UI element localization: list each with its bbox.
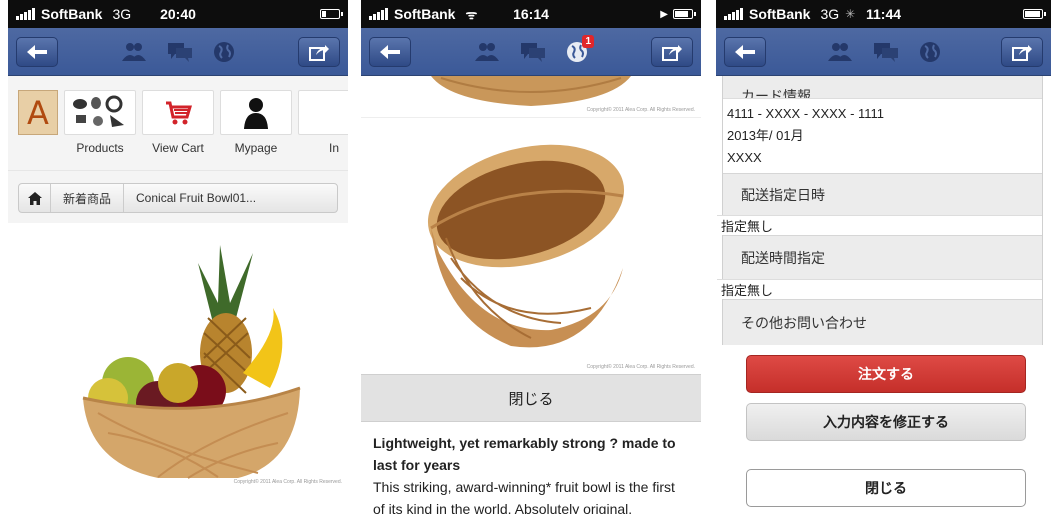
app-nav-bar xyxy=(716,28,1051,76)
order-summary: カード情報 4111 - XXXX - XXXX - 1111 2013年/ 0… xyxy=(717,76,1043,345)
arrow-left-icon xyxy=(735,44,755,59)
signal-icon xyxy=(724,8,743,20)
bowl-photo-copyright: Copyright© 2011 Alea Corp. All Rights Re… xyxy=(586,364,695,370)
place-order-button[interactable]: 注文する xyxy=(746,355,1026,393)
shortcut-products-label: Products xyxy=(76,141,124,155)
shortcut-logo[interactable]: A xyxy=(18,90,58,170)
shortcut-menu: A Products View Cart Mypage In xyxy=(8,76,348,171)
back-button[interactable] xyxy=(369,36,411,67)
notification-badge: 1 xyxy=(582,34,594,48)
friends-icon[interactable] xyxy=(121,41,147,63)
shortcut-view-cart[interactable]: View Cart xyxy=(142,90,214,170)
breadcrumb-item-current[interactable]: Conical Fruit Bowl01... xyxy=(124,184,268,212)
close-button[interactable]: 閉じる xyxy=(746,469,1026,507)
signal-icon xyxy=(16,8,35,20)
carrier-label: SoftBank xyxy=(394,6,456,22)
status-bar: SoftBank ᯤ 16:14 ▶ xyxy=(361,0,701,28)
globe-icon[interactable] xyxy=(213,41,235,63)
logo-a-icon: A xyxy=(18,90,58,135)
wifi-icon: ᯤ xyxy=(465,7,478,22)
top-photo-copyright: Copyright© 2011 Alea Corp. All Rights Re… xyxy=(586,107,695,113)
arrow-left-icon xyxy=(380,44,400,59)
friends-icon[interactable] xyxy=(474,41,500,63)
card-holder: XXXX xyxy=(727,150,762,165)
card-info-values: 4111 - XXXX - XXXX - 1111 2013年/ 01月 XXX… xyxy=(723,98,1042,173)
network-label: 3G xyxy=(820,6,840,22)
breadcrumb: 新着商品 Conical Fruit Bowl01... xyxy=(18,183,338,213)
screenshot-order-confirm: SoftBank 3G ✳ 11:44 カード情報 4111 - XXXX - … xyxy=(716,0,1051,514)
screenshot-product-page: SoftBank 3G 20:40 A Products View Cart M… xyxy=(8,0,348,514)
product-image-top-crop: Copyright© 2011 Alea Corp. All Rights Re… xyxy=(361,76,701,118)
clock: 16:14 xyxy=(513,6,549,22)
globe-icon[interactable] xyxy=(919,41,941,63)
battery-icon xyxy=(673,9,696,19)
share-button[interactable] xyxy=(1001,36,1043,67)
activity-spinner-icon: ✳ xyxy=(845,7,856,21)
card-info-heading: カード情報 xyxy=(723,76,1042,98)
description-title: Lightweight, yet remarkably strong ? mad… xyxy=(373,435,676,473)
status-bar: SoftBank 3G 20:40 xyxy=(8,0,348,28)
edit-input-button[interactable]: 入力内容を修正する xyxy=(746,403,1026,441)
share-icon xyxy=(309,44,329,61)
messages-icon[interactable] xyxy=(520,41,546,63)
product-image-fruit-bowl: Copyright© 2011 Alea Corp. All Rights Re… xyxy=(8,223,348,489)
notifications-globe-icon[interactable]: 1 xyxy=(566,34,594,63)
share-icon xyxy=(662,44,682,61)
messages-icon[interactable] xyxy=(873,41,899,63)
app-nav-bar xyxy=(8,28,348,76)
shortcut-info-label: In xyxy=(328,141,339,155)
home-icon[interactable] xyxy=(19,184,51,212)
messages-icon[interactable] xyxy=(167,41,193,63)
shortcut-mypage-label: Mypage xyxy=(234,141,278,155)
screenshot-product-detail: SoftBank ᯤ 16:14 ▶ 1 Copyright© 2011 Ale… xyxy=(361,0,701,514)
status-bar: SoftBank 3G ✳ 11:44 xyxy=(716,0,1051,28)
description-body: This striking, award-winning* fruit bowl… xyxy=(373,479,675,514)
shortcut-mypage[interactable]: Mypage xyxy=(220,90,292,170)
card-info-title: カード情報 xyxy=(741,88,811,98)
delivery-date-heading: 配送指定日時 xyxy=(723,173,1042,215)
card-expiry: 2013年/ 01月 xyxy=(727,128,804,143)
share-icon xyxy=(1012,44,1032,61)
friends-icon[interactable] xyxy=(827,41,853,63)
network-label: 3G xyxy=(112,6,132,22)
back-button[interactable] xyxy=(724,36,766,67)
inquiry-heading: その他お問い合わせ xyxy=(723,299,1042,345)
back-button[interactable] xyxy=(16,36,58,67)
share-button[interactable] xyxy=(651,36,693,67)
delivery-time-value: 指定無し xyxy=(717,279,1042,299)
clock: 20:40 xyxy=(160,6,196,22)
breadcrumb-item-new-products[interactable]: 新着商品 xyxy=(51,184,125,212)
close-button[interactable]: 閉じる xyxy=(361,374,701,422)
person-icon xyxy=(220,90,292,135)
info-icon xyxy=(298,90,348,135)
carrier-label: SoftBank xyxy=(41,6,103,22)
carrier-label: SoftBank xyxy=(749,6,811,22)
delivery-date-value: 指定無し xyxy=(717,215,1042,235)
product-image-wooden-bowl: Copyright© 2011 Alea Corp. All Rights Re… xyxy=(361,118,701,374)
action-buttons: 注文する 入力内容を修正する 閉じる xyxy=(716,345,1051,507)
shortcut-products[interactable]: Products xyxy=(64,90,136,170)
clock: 11:44 xyxy=(865,6,902,22)
cart-icon xyxy=(142,90,214,135)
play-icon: ▶ xyxy=(660,8,668,20)
arrow-left-icon xyxy=(27,44,47,59)
signal-icon xyxy=(369,8,388,20)
product-description: Lightweight, yet remarkably strong ? mad… xyxy=(361,422,701,514)
products-icon xyxy=(64,90,136,135)
battery-icon xyxy=(320,9,343,19)
app-nav-bar: 1 xyxy=(361,28,701,76)
shortcut-view-cart-label: View Cart xyxy=(152,141,204,155)
photo-copyright: Copyright© 2011 Alea Corp. All Rights Re… xyxy=(233,479,342,485)
card-number: 4111 - XXXX - XXXX - 1111 xyxy=(727,106,885,121)
battery-icon xyxy=(1023,9,1046,19)
breadcrumb-area: 新着商品 Conical Fruit Bowl01... xyxy=(8,171,348,223)
delivery-time-heading: 配送時間指定 xyxy=(723,235,1042,279)
share-button[interactable] xyxy=(298,36,340,67)
shortcut-info[interactable]: In xyxy=(298,90,348,170)
